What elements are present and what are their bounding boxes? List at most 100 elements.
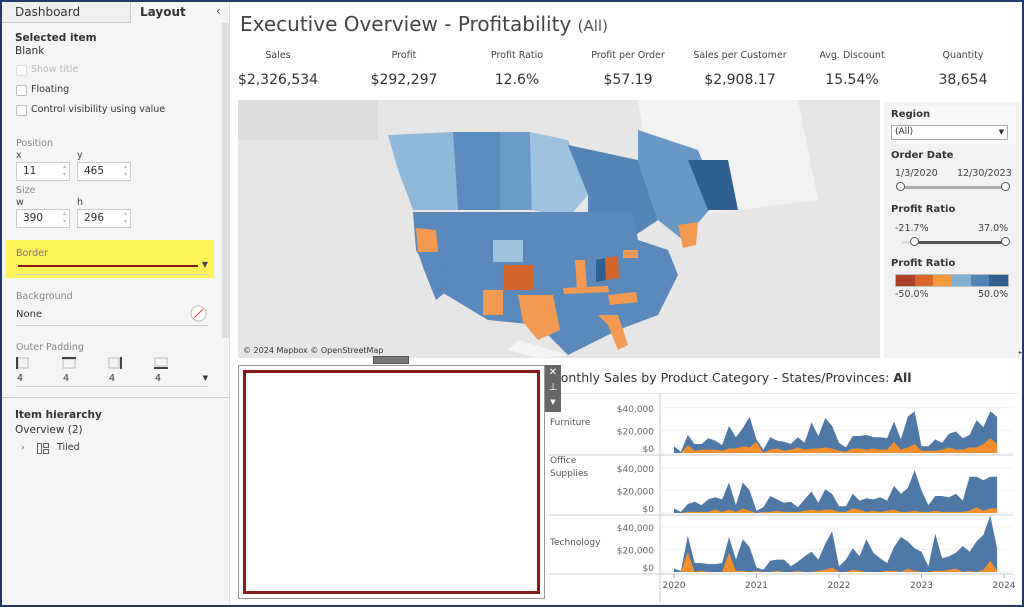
tiled-container-icon [37,443,49,454]
kpi-value: 15.54% [825,72,879,88]
y-tick-label: $0 [643,564,655,574]
legend-min: -50.0% [895,289,929,300]
filter-panel: Region (All) ▼ Order Date 1/3/2020 12/30/… [884,102,1020,358]
profit-map[interactable]: © 2024 Mapbox © OpenStreetMap [238,100,880,358]
chart-title: Monthly Sales by Product Category - Stat… [550,370,912,385]
profit-ratio-max-handle[interactable] [1001,237,1010,246]
expand-chevron-icon[interactable]: › [21,443,25,453]
order-date-label: Order Date [891,150,954,161]
sales-area-furniture[interactable] [674,411,998,453]
control-visibility-checkbox[interactable] [16,105,27,116]
close-icon[interactable]: ✕ [545,365,561,380]
state-colorado [503,265,533,290]
sales-area-office-supplies[interactable] [674,470,998,513]
map-canvas[interactable] [238,100,880,358]
legend-swatch [970,275,990,286]
title-suffix: (All) [577,17,608,35]
control-visibility-label: Control visibility using value [31,104,166,115]
region-dropdown[interactable]: (All) ▼ [891,125,1008,140]
border-color-swatch [18,265,198,267]
map-attribution: © 2024 Mapbox © OpenStreetMap [243,346,384,355]
kpi-value: 12.6% [494,72,540,88]
blank-object[interactable] [238,365,545,599]
no-color-icon [190,305,207,322]
padding-bottom-value: 4 [155,373,162,384]
w-label: w [16,197,24,208]
date-slider-start-handle[interactable] [896,182,905,191]
padding-left-value: 4 [17,373,24,384]
w-input[interactable]: 390 [16,209,70,228]
date-start: 1/3/2020 [895,168,938,179]
profit-ratio-slider-track[interactable] [914,241,1006,244]
date-slider-track[interactable] [900,186,1006,189]
y-tick-label: $20,000 [617,487,654,497]
dropdown-arrow-icon: ▼ [201,260,208,269]
y-input[interactable]: 465 [77,162,131,181]
y-tick-label: $0 [643,505,655,515]
y-label: y [77,150,83,161]
y-tick-label: $20,000 [617,546,654,556]
region-filter: Region (All) ▼ [888,106,1016,144]
tab-dashboard[interactable]: Dashboard [0,2,131,23]
category-label: Technology [549,538,601,548]
x-tick-label: 2021 [745,581,768,591]
selected-item-heading: Selected item [15,32,97,44]
category-label: Furniture [550,418,591,428]
padding-dropdown-arrow-icon[interactable]: ▼ [203,374,208,382]
floating-checkbox[interactable] [16,85,27,96]
h-input[interactable]: 296 [77,209,131,228]
dropdown-arrow-icon: ▼ [998,128,1004,136]
profit-ratio-max: 37.0% [978,223,1009,234]
x-input[interactable]: 11 [16,162,70,181]
legend-max: 50.0% [978,289,1009,300]
x-tick-label: 2020 [663,581,686,591]
monthly-sales-chart[interactable]: Furniture $40,000 $20,000 $0 Office Supplies $… [548,393,1018,603]
category-label: Office Supplies [550,456,588,479]
background-dropdown[interactable]: None [16,305,208,326]
x-tick-label: 2022 [828,581,851,591]
resize-handle[interactable]: ↔ [1018,348,1024,357]
hierarchy-tiled[interactable]: Tiled [57,442,80,453]
move-handle[interactable] [373,356,409,364]
y-tick-label: $40,000 [617,524,654,534]
x-label: x [16,150,22,161]
hierarchy-root[interactable]: Overview (2) [15,424,83,436]
padding-right-icon [108,357,122,369]
floating-label: Floating [31,84,70,95]
kpi-value: $2,908.17 [704,72,776,88]
x-tick-label: 2024 [993,581,1016,591]
background-label: Background [16,291,73,302]
chevron-left-icon[interactable]: ‹ [216,4,221,18]
border-dropdown[interactable]: ▼ [16,259,208,275]
object-toolbar-overlay: ✕ ⊥ ▼ [545,365,561,412]
item-hierarchy-heading: Item hierarchy [15,409,102,421]
region-value: (All) [895,127,914,137]
show-title-label: Show title [31,64,79,75]
outer-padding-control[interactable]: 4 4 4 4 ▼ [16,357,208,387]
state-arizona [483,290,503,315]
selected-item-value: Blank [15,45,45,57]
date-slider-end-handle[interactable] [1001,182,1010,191]
y-tick-label: $20,000 [617,427,654,437]
background-value: None [16,309,43,320]
legend-swatch [896,275,915,286]
profit-ratio-min-handle[interactable] [910,237,919,246]
border-label: Border [16,248,48,259]
sales-area-technology[interactable] [674,515,998,573]
layout-panel: Dashboard Layout ‹ Selected item Blank S… [0,0,230,607]
legend-swatch [933,275,953,286]
kpi-label: Avg. Discount [819,50,885,61]
tab-layout[interactable]: Layout [140,2,186,23]
padding-top-icon [62,357,76,369]
pin-icon[interactable]: ⊥ [545,380,561,395]
legend-swatch [952,275,971,286]
padding-top-value: 4 [63,373,70,384]
padding-bottom-icon [154,357,168,369]
panel-scrollbar[interactable] [222,23,229,338]
kpi-label: Profit per Order [591,50,665,61]
profit-ratio-min: -21.7% [895,223,929,234]
show-title-checkbox[interactable] [16,65,27,76]
size-label: Size [16,185,36,196]
more-options-icon[interactable]: ▼ [545,395,561,410]
region-label: Region [891,109,931,120]
